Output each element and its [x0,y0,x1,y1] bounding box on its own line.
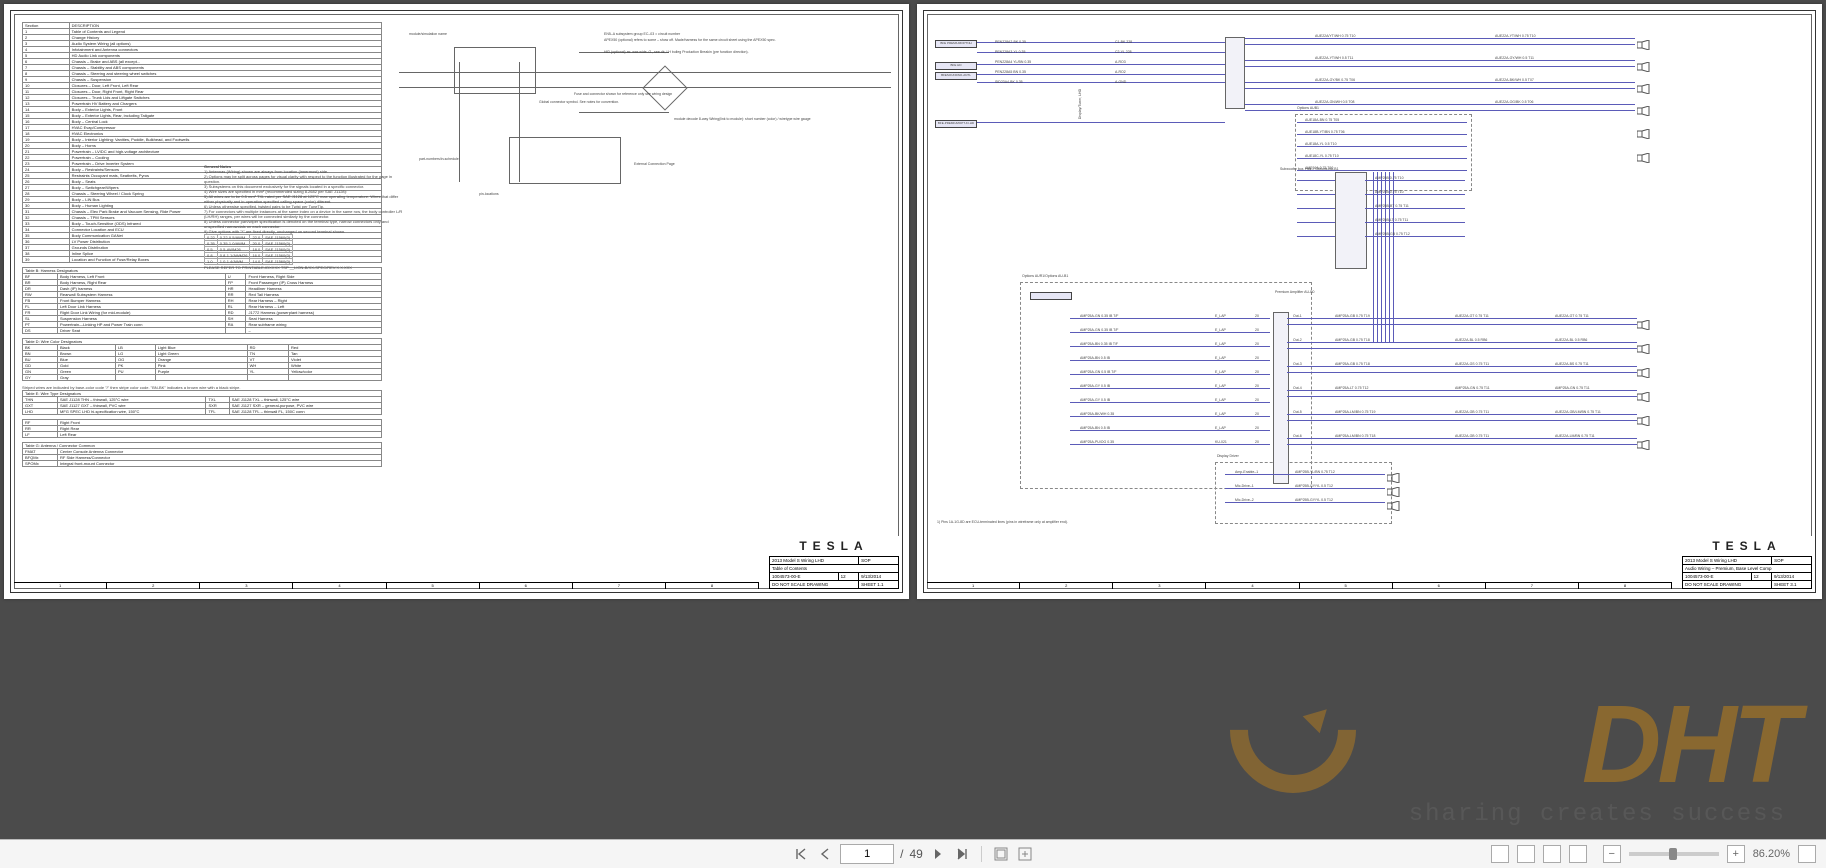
next-page-button[interactable] [929,845,947,863]
two-page-view-button[interactable] [1517,845,1535,863]
page-number-input[interactable] [840,844,894,864]
speaker-icon [1637,103,1651,113]
zoom-in-button[interactable]: + [1727,845,1745,863]
speaker-icon [1637,389,1651,399]
actual-size-button[interactable] [992,845,1010,863]
fit-page-button[interactable] [1016,845,1034,863]
speaker-icon [1637,150,1651,160]
prev-page-button[interactable] [816,845,834,863]
premium-amp-chip [1273,312,1289,484]
pdf-page-2[interactable]: BFE PREMIUMOPTNH BFE HD BFESOUNDNO-ANTL … [917,4,1822,599]
legend-diagram: module/simulation name EN5–A subsystem g… [399,22,891,282]
thumbnail-view-button[interactable] [1569,845,1587,863]
connector-box: BFE-PREMIUMOPT-KI-HD [935,120,977,128]
connector-box: BFESOUNDNO-ANTL [935,72,977,80]
zoom-value: 86.20% [1753,848,1790,860]
title-block: TESLA 2013 Model S Wiring LHDSOP Audio W… [1682,536,1812,589]
subwoofer-chip [1335,172,1367,269]
watermark-arrow-icon [1303,701,1336,734]
page-total: 49 [909,847,922,861]
speaker-icon [1637,341,1651,351]
connector-box: BFE HD [935,62,977,70]
brand-logo: TESLA [1682,536,1812,556]
footnote: 1) Pins 1A-1G-8D are ECU-terminated line… [937,520,1068,524]
options-group-lower [1020,282,1312,489]
connector-box: BFE PREMIUMOPTNH [935,40,977,48]
tuner-chip [1225,37,1245,109]
harness-table: Table B: Harness Designators BFBody Harn… [22,267,382,334]
speaker-icon [1637,437,1651,447]
speaker-icon [1637,413,1651,423]
general-notes: General Notes 1) Antennas (Wiring) shown… [204,164,404,270]
zone-ruler: 12345678 [927,582,1672,589]
pdf-page-1[interactable]: SectionDESCRIPTION 1Table of Contents an… [4,4,909,599]
watermark-arc-icon [1204,641,1382,819]
speaker-icon [1637,317,1651,327]
watermark-text: DHT [1582,681,1796,808]
last-page-button[interactable] [953,845,971,863]
brand-logo: TESLA [769,536,899,556]
zone-ruler: 12345678 [14,582,759,589]
connector-box [1030,292,1072,300]
fullscreen-button[interactable] [1798,845,1816,863]
antenna-table: Table G: Antenna / Connector Common FMAT… [22,442,382,467]
side-table: RFRight FrontRRRight RearLFLeft Rear [22,419,382,438]
speaker-icon [1637,126,1651,136]
single-page-view-button[interactable] [1491,845,1509,863]
first-page-button[interactable] [792,845,810,863]
ghost-caption: sharing creates success [1409,801,1786,828]
page-separator: / [900,847,903,861]
speaker-icon [1387,498,1401,508]
zoom-out-button[interactable]: − [1603,845,1621,863]
speaker-icon [1637,365,1651,375]
zoom-slider[interactable] [1629,852,1719,856]
speaker-icon [1637,81,1651,91]
title-block: TESLA 2013 Model S Wiring LHDSOP Table o… [769,536,899,589]
wiretypes-table: Table E: Wire Type Designators THNSAE J1… [22,390,382,415]
viewer-chrome: DHT sharing creates success / 49 [0,603,1826,868]
speaker-icon [1637,37,1651,47]
speaker-icon [1637,59,1651,69]
zoom-controls: − + 86.20% [1491,840,1816,868]
speaker-icon [1387,470,1401,480]
schematic-area: BFE PREMIUMOPTNH BFE HD BFESOUNDNO-ANTL … [935,22,1804,539]
speaker-icon [1387,484,1401,494]
colors-table: Table D: Wire Color Designators BKBlackL… [22,338,382,381]
continuous-view-button[interactable] [1543,845,1561,863]
